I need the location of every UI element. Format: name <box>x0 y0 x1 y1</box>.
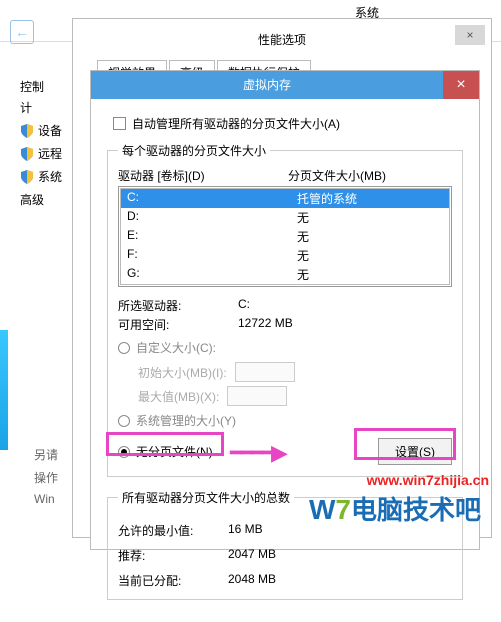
cur-row: 当前已分配:2048 MB <box>118 572 452 589</box>
col-size: 分页文件大小(MB) <box>288 167 386 184</box>
totals-legend: 所有驱动器分页文件大小的总数 <box>118 489 294 506</box>
drive-row[interactable]: F:无 <box>121 246 449 265</box>
sidebar-item-remote[interactable]: 远程 <box>20 145 62 162</box>
shield-icon <box>20 147 34 161</box>
list-header: 驱动器 [卷标](D) 分页文件大小(MB) <box>118 167 452 184</box>
col-drive: 驱动器 [卷标](D) <box>118 167 288 184</box>
sidebar-item-device[interactable]: 设备 <box>20 122 62 139</box>
sidebar-item-label: 设备 <box>38 122 62 139</box>
free-space-row: 可用空间:12722 MB <box>118 316 452 333</box>
left-lower-1: 另请 <box>34 446 58 463</box>
auto-manage-label: 自动管理所有驱动器的分页文件大小(A) <box>132 115 340 132</box>
vm-body: 自动管理所有驱动器的分页文件大小(A) 每个驱动器的分页文件大小 驱动器 [卷标… <box>91 99 479 622</box>
radio-system-managed[interactable]: 系统管理的大小(Y) <box>118 412 452 429</box>
radio-icon <box>118 342 130 354</box>
max-size-row: 最大值(MB)(X): <box>138 386 452 406</box>
left-label-2: 计 <box>20 99 62 116</box>
back-button[interactable]: ← <box>10 20 34 44</box>
radio-no-paging[interactable]: 无分页文件(N) <box>118 443 213 460</box>
initial-size-row: 初始大小(MB)(I): <box>138 362 452 382</box>
perf-close-button[interactable]: × <box>455 25 485 45</box>
shield-icon <box>20 170 34 184</box>
sidebar-item-label: 高级 <box>20 191 44 208</box>
max-size-input <box>227 386 287 406</box>
sidebar-item-label: 远程 <box>38 145 62 162</box>
initial-size-input <box>235 362 295 382</box>
set-button[interactable]: 设置(S) <box>378 438 452 465</box>
selected-drive-row: 所选驱动器:C: <box>118 297 452 314</box>
virtual-memory-dialog: 虚拟内存 × 自动管理所有驱动器的分页文件大小(A) 每个驱动器的分页文件大小 … <box>90 70 480 550</box>
sidebar-item-advanced[interactable]: 高级 <box>20 191 62 208</box>
checkbox-icon[interactable] <box>113 117 126 130</box>
radio-custom: 自定义大小(C): <box>118 339 452 356</box>
left-lower-3: Win <box>34 492 58 506</box>
taskbar-slice <box>0 330 8 450</box>
drive-row[interactable]: G:无 <box>121 265 449 284</box>
vm-title: 虚拟内存 <box>91 71 443 99</box>
auto-manage-row[interactable]: 自动管理所有驱动器的分页文件大小(A) <box>113 115 463 132</box>
radio-icon[interactable] <box>118 415 130 427</box>
sidebar-item-label: 系统 <box>38 168 62 185</box>
rec-row: 推荐:2047 MB <box>118 547 452 564</box>
perf-title: 性能选项 <box>73 19 491 54</box>
left-panel: 控制 计 设备 远程 系统 高级 <box>20 78 62 214</box>
left-lower-2: 操作 <box>34 469 58 486</box>
radio-icon[interactable] <box>118 446 130 458</box>
min-row: 允许的最小值:16 MB <box>118 522 452 539</box>
drive-list[interactable]: C:托管的系统 D:无 E:无 F:无 G:无 <box>118 186 452 287</box>
totals-group: 所有驱动器分页文件大小的总数 允许的最小值:16 MB 推荐:2047 MB 当… <box>107 489 463 600</box>
close-icon: × <box>456 76 465 93</box>
vm-close-button[interactable]: × <box>443 71 479 99</box>
shield-icon <box>20 124 34 138</box>
drive-row[interactable]: C:托管的系统 <box>121 189 449 208</box>
left-label-1: 控制 <box>20 78 62 95</box>
left-lower: 另请 操作 Win <box>34 440 58 512</box>
close-icon: × <box>466 28 473 42</box>
sidebar-item-system[interactable]: 系统 <box>20 168 62 185</box>
drive-row[interactable]: E:无 <box>121 227 449 246</box>
per-drive-group: 每个驱动器的分页文件大小 驱动器 [卷标](D) 分页文件大小(MB) C:托管… <box>107 142 463 477</box>
drive-row[interactable]: D:无 <box>121 208 449 227</box>
per-drive-legend: 每个驱动器的分页文件大小 <box>118 142 270 159</box>
vm-titlebar: 虚拟内存 × <box>91 71 479 99</box>
back-icon: ← <box>15 24 29 40</box>
